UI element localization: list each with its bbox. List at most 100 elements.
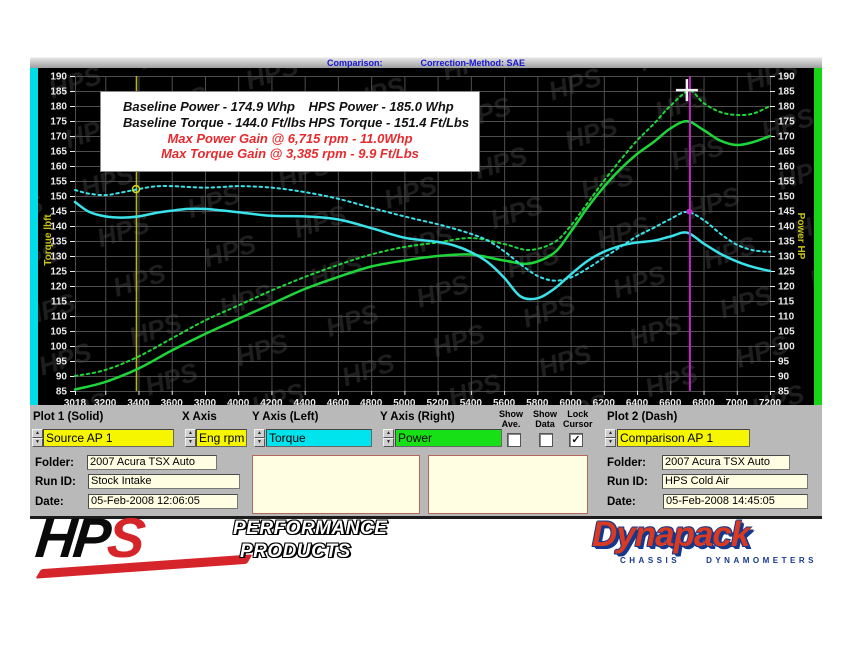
hps-products-text: PRODUCTS	[240, 541, 351, 563]
y-tick-label-right: 160	[778, 162, 795, 173]
hps-torque-text: HPS Torque - 151.4 Ft/Lbs	[309, 115, 474, 131]
spinner-up-icon[interactable]: ▲	[185, 429, 196, 438]
y-tick-label-right: 110	[778, 312, 795, 323]
y-tick-label-left: 105	[50, 327, 67, 338]
spinner-down-icon[interactable]: ▼	[185, 438, 196, 447]
run2-date-field[interactable]: 05-Feb-2008 14:45:05	[663, 494, 808, 509]
spinner-up-icon[interactable]: ▲	[32, 429, 43, 438]
y-tick-label-right: 105	[778, 327, 795, 338]
run1-runid-field[interactable]: Stock Intake	[88, 474, 240, 489]
plot2-source-spinner[interactable]: ▲ ▼	[605, 429, 616, 447]
x-tick-label: 5000	[393, 398, 416, 405]
y-tick-label-right: 180	[778, 102, 795, 113]
comparison-label: Comparison:	[327, 58, 383, 68]
y-tick-label-left: 165	[50, 147, 67, 158]
x-axis-dropdown[interactable]: Eng rpm	[196, 429, 247, 447]
y-tick-label-left: 95	[56, 357, 68, 368]
y-axis-left-dropdown[interactable]: Torque	[266, 429, 372, 447]
x-tick-label: 6800	[692, 398, 715, 405]
lock-cursor-label: LockCursor	[563, 409, 593, 429]
hps-power-text: HPS Power - 185.0 Whp	[309, 99, 474, 115]
x-tick-label: 5800	[526, 398, 549, 405]
dynapack-logo: Dynapack CHASSISDYNAMOMETERS	[592, 520, 832, 568]
y-tick-label-left: 100	[50, 342, 67, 353]
run1-folder-label: Folder:	[35, 457, 74, 469]
chart-zone: HPS8585909095951001001051051101101151151…	[30, 68, 822, 405]
spinner-down-icon[interactable]: ▼	[254, 438, 265, 447]
baseline-power-text: Baseline Power - 174.9 Whp	[123, 99, 309, 115]
run2-runid-label: Run ID:	[607, 476, 648, 488]
x-tick-label: 4400	[294, 398, 317, 405]
x-tick-label: 3200	[94, 398, 117, 405]
max-power-gain-text: Max Power Gain @ 6,715 rpm - 11.0Whp	[101, 131, 479, 146]
spinner-up-icon[interactable]: ▲	[254, 429, 265, 438]
run2-date-label: Date:	[607, 496, 636, 508]
y-tick-label-right: 185	[778, 87, 795, 98]
y-axis-right-dropdown[interactable]: Power	[395, 429, 502, 447]
spinner-up-icon[interactable]: ▲	[383, 429, 394, 438]
run2-folder-label: Folder:	[607, 457, 646, 469]
run1-folder-field[interactable]: 2007 Acura TSX Auto	[87, 455, 217, 470]
spinner-up-icon[interactable]: ▲	[605, 429, 616, 438]
run2-comment-box[interactable]	[428, 455, 588, 514]
y-tick-label-left: 150	[50, 192, 67, 203]
y-tick-label-left: 115	[51, 297, 68, 308]
run1-runid-label: Run ID:	[35, 476, 76, 488]
spinner-down-icon[interactable]: ▼	[383, 438, 394, 447]
x-axis-label: X Axis	[182, 411, 217, 423]
y-tick-label-right: 190	[778, 72, 795, 83]
baseline-torque-text: Baseline Torque - 144.0 Ft/lbs	[123, 115, 309, 131]
y-tick-label-left: 85	[56, 387, 68, 398]
chart-header-bar: Comparison: Correction-Method: SAE	[30, 57, 822, 68]
y-tick-label-right: 100	[778, 342, 795, 353]
y-tick-label-left: 180	[50, 102, 67, 113]
spinner-down-icon[interactable]: ▼	[605, 438, 616, 447]
results-annotation-box: Baseline Power - 174.9 Whp HPS Power - 1…	[100, 91, 480, 172]
y-tick-label-left: 175	[50, 117, 67, 128]
run2-folder-field[interactable]: 2007 Acura TSX Auto	[662, 455, 790, 470]
x-tick-label: 5400	[460, 398, 483, 405]
y-tick-label-right: 130	[778, 252, 795, 263]
y-tick-label-right: 175	[778, 117, 795, 128]
plot1-source-spinner[interactable]: ▲ ▼	[32, 429, 43, 447]
run1-comment-box[interactable]	[252, 455, 420, 514]
show-ave-checkbox[interactable]	[507, 433, 521, 447]
x-axis-spinner[interactable]: ▲ ▼	[185, 429, 196, 447]
y-axis-right-label: Y Axis (Right)	[380, 411, 455, 423]
y-axis-left-spinner[interactable]: ▲ ▼	[254, 429, 265, 447]
hps-logo: HPS PERFORMANCE PRODUCTS	[36, 514, 396, 578]
x-tick-label: 4000	[227, 398, 250, 405]
y-tick-label-right: 120	[778, 282, 795, 293]
y-tick-label-left: 110	[51, 312, 68, 323]
y-axis-left-label: Y Axis (Left)	[252, 411, 318, 423]
right-axis-title: Power HP	[795, 213, 806, 260]
x-tick-label: 4800	[360, 398, 383, 405]
show-data-label: ShowData	[533, 409, 557, 429]
correction-method-label: Correction-Method: SAE	[421, 58, 526, 68]
y-tick-label-right: 115	[778, 297, 795, 308]
y-tick-label-left: 125	[50, 267, 67, 278]
y-axis-right-spinner[interactable]: ▲ ▼	[383, 429, 394, 447]
y-tick-label-right: 165	[778, 147, 795, 158]
lock-cursor-checkbox[interactable]: ✓	[569, 433, 583, 447]
plot1-label: Plot 1 (Solid)	[33, 411, 103, 423]
y-tick-label-right: 155	[778, 177, 795, 188]
spinner-down-icon[interactable]: ▼	[32, 438, 43, 447]
dynapack-logo-word: Dynapack	[592, 516, 749, 554]
x-tick-label: 5600	[493, 398, 516, 405]
x-tick-label: 3018	[64, 398, 87, 405]
plot2-source-dropdown[interactable]: Comparison AP 1	[617, 429, 750, 447]
plot1-source-dropdown[interactable]: Source AP 1	[43, 429, 174, 447]
left-axis-title: Torque lbft	[43, 214, 54, 266]
control-panel: Plot 1 (Solid) X Axis Y Axis (Left) Y Ax…	[30, 405, 822, 516]
y-tick-label-right: 145	[778, 207, 795, 218]
x-tick-label: 3600	[161, 398, 184, 405]
max-torque-gain-text: Max Torque Gain @ 3,385 rpm - 9.9 Ft/Lbs	[101, 146, 479, 161]
y-tick-label-left: 160	[50, 162, 67, 173]
x-tick-label: 5200	[426, 398, 449, 405]
run2-runid-field[interactable]: HPS Cold Air	[662, 474, 808, 489]
show-data-checkbox[interactable]	[539, 433, 553, 447]
hps-logo-word: HPS	[33, 508, 145, 568]
x-tick-label: 6200	[593, 398, 616, 405]
y-tick-label-left: 155	[50, 177, 67, 188]
